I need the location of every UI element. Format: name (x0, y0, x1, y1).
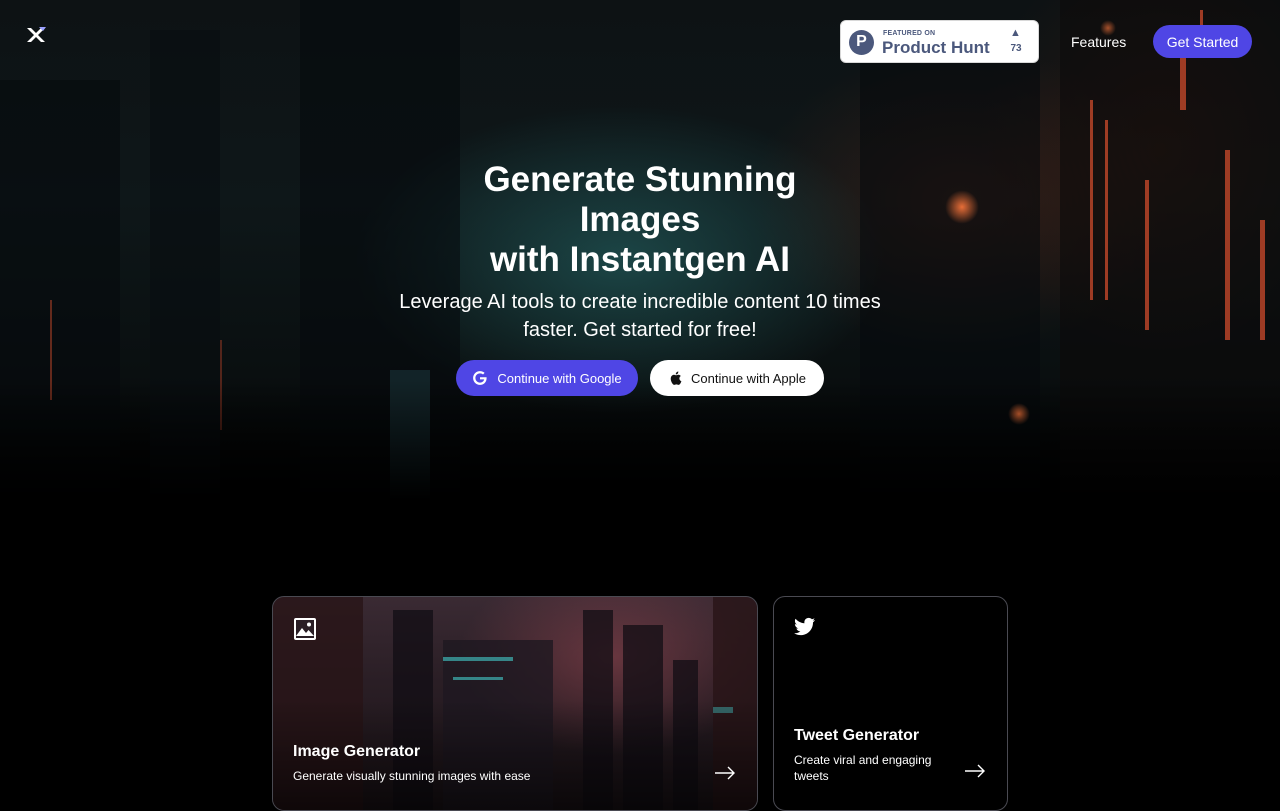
nav-features-link[interactable]: Features (1071, 34, 1126, 50)
hero-title-line: Images (579, 200, 701, 239)
product-hunt-name: Product Hunt (882, 38, 990, 57)
card-description: Create viral and engaging tweets (794, 753, 932, 783)
tweet-generator-card[interactable]: Tweet Generator Create viral and engagin… (773, 596, 1008, 811)
arrow-right-icon[interactable] (714, 766, 736, 780)
apple-icon (668, 370, 682, 386)
product-hunt-logo-icon: P (849, 30, 874, 55)
continue-with-apple-button[interactable]: Continue with Apple (650, 360, 824, 396)
google-button-label: Continue with Google (497, 370, 622, 386)
hero-title: Generate Stunning Images with Instantgen… (440, 160, 840, 280)
hero-subtitle: Leverage AI tools to create incredible c… (399, 291, 881, 341)
card-description: Generate visually stunning images with e… (293, 769, 531, 783)
triangle-up-icon: ▲ (1010, 27, 1021, 39)
product-hunt-featured-label: FEATURED ON (883, 30, 936, 37)
arrow-right-icon[interactable] (964, 764, 986, 778)
twitter-icon (794, 617, 818, 641)
apple-button-label: Continue with Apple (691, 370, 806, 386)
product-hunt-badge[interactable]: P FEATURED ON Product Hunt ▲ 73 (840, 20, 1039, 63)
image-generator-card[interactable]: Image Generator Generate visually stunni… (272, 596, 758, 811)
upvote-count: 73 (1010, 43, 1022, 54)
card-title: Tweet Generator (794, 727, 920, 744)
hero-title-line: with Instantgen AI (489, 240, 791, 279)
continue-with-google-button[interactable]: Continue with Google (456, 360, 638, 396)
card-title: Image Generator (293, 743, 421, 760)
google-icon (472, 370, 488, 386)
get-started-button[interactable]: Get Started (1153, 25, 1252, 58)
hero-title-line: Generate Stunning (483, 160, 797, 199)
image-icon (293, 617, 317, 641)
instantgen-logo-icon[interactable] (24, 24, 48, 48)
